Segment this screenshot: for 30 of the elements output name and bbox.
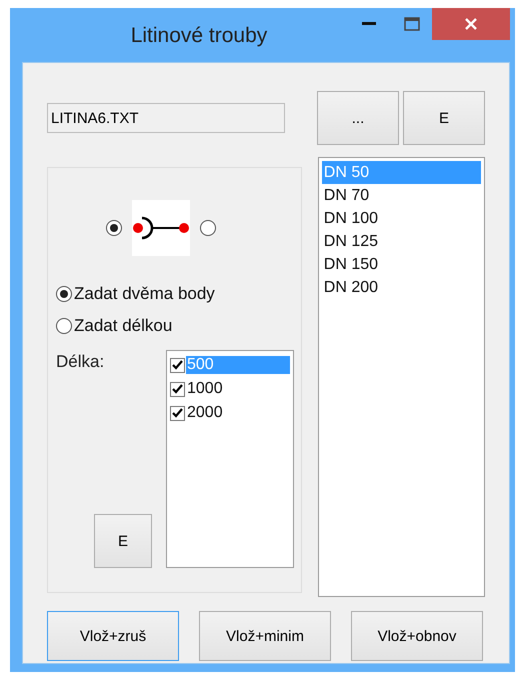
close-button[interactable] [432,8,510,40]
length-label: Délka: [56,351,106,372]
checkbox[interactable] [170,358,185,372]
radio-label: Zadat délkou [74,316,172,336]
radio-button[interactable] [200,220,216,236]
radio-button[interactable] [56,286,72,302]
diameter-item[interactable]: DN 70 [322,184,481,207]
checkbox[interactable] [170,406,185,420]
diameter-item[interactable]: DN 200 [322,276,481,299]
diameter-item[interactable]: DN 150 [322,253,481,276]
insert-button[interactable]: Vlož+minim [199,611,331,661]
close-icon [465,18,477,30]
length-item[interactable]: 2000 [186,404,290,422]
insert-button[interactable]: Vlož+obnov [351,611,483,661]
radio-label: Zadat dvěma body [74,284,215,304]
diameter-item[interactable]: DN 125 [322,230,481,253]
diameter-item[interactable]: DN 100 [322,207,481,230]
length-item[interactable]: 1000 [186,380,290,398]
insert-button[interactable]: Vlož+zruš [47,611,179,661]
pipe-socket-icon [132,200,190,256]
checkbox[interactable] [170,382,185,396]
file-path-field[interactable]: LITINA6.TXT [47,103,285,133]
radio-button[interactable] [56,318,72,334]
minimize-icon[interactable] [362,22,376,26]
browse-button[interactable]: ... [317,91,399,145]
edit-button[interactable]: E [403,91,485,145]
maximize-icon[interactable] [404,17,420,31]
edit-button[interactable]: E [94,514,152,568]
window-title: Litinové trouby [130,23,268,48]
radio-button[interactable] [106,220,122,236]
